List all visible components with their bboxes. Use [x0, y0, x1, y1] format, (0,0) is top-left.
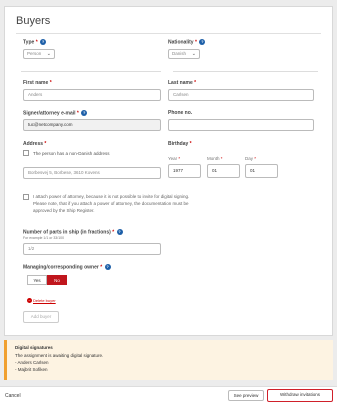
type-label: Type * ? [23, 39, 47, 46]
last-name-label: Last name * [168, 80, 197, 86]
address-input[interactable]: Borbesvej 5, Borbese, 3610 Kovens [23, 167, 161, 179]
see-preview-button[interactable]: See preview [228, 390, 264, 401]
add-buyer-button[interactable]: Add buyer [23, 311, 59, 323]
birthday-year-input[interactable]: 1977 [168, 164, 201, 178]
managing-owner-yes-button[interactable]: Yes [27, 275, 47, 285]
year-label: Year * [168, 156, 181, 161]
type-select[interactable]: Person ⌄ [23, 49, 55, 59]
managing-owner-toggle: Yes No [27, 275, 67, 285]
day-label: Day * [245, 156, 257, 161]
minus-circle-icon: − [27, 298, 32, 303]
signatures-title: Digital signatures [15, 345, 53, 350]
chevron-down-icon: ⌄ [191, 51, 196, 57]
first-name-label: First name * [23, 80, 52, 86]
cancel-link[interactable]: Cancel [5, 393, 21, 399]
divider [173, 71, 318, 72]
withdraw-invitations-button[interactable]: Withdraw invitations [267, 389, 333, 402]
help-icon[interactable]: ? [199, 39, 206, 45]
last-name-input[interactable]: Carlsen [168, 89, 314, 101]
address-label: Address * [23, 141, 47, 147]
nationality-select[interactable]: Danish ⌄ [168, 49, 200, 59]
help-icon[interactable]: ? [116, 229, 123, 235]
help-icon[interactable]: ? [104, 264, 111, 270]
power-of-attorney-checkbox[interactable] [23, 194, 29, 200]
birthday-label: Birthday * [168, 141, 192, 147]
parts-label: Number of parts in ship (in fractions) *… [23, 229, 123, 236]
signer-item: - Anders Carlsen [15, 360, 49, 365]
delete-buyer-link[interactable]: − Delete buyer [27, 298, 56, 303]
help-icon[interactable]: ? [81, 110, 88, 116]
footer-bar: Cancel See preview Withdraw invitations [0, 386, 337, 403]
signer-item: - Majbrit Sofiken [15, 367, 48, 372]
phone-input[interactable] [168, 119, 314, 131]
email-field[interactable]: tuc@netcompany.com [23, 119, 161, 131]
divider [21, 71, 161, 72]
birthday-day-input[interactable]: 01 [245, 164, 278, 178]
parts-input[interactable]: 1/2 [23, 243, 161, 255]
non-danish-address-label: The person has a non-Danish address [33, 151, 110, 156]
parts-hint: For example 1/1 or 33/100 [23, 236, 65, 240]
managing-owner-no-button[interactable]: No [47, 275, 67, 285]
nationality-label: Nationality * ? [168, 39, 206, 46]
digital-signatures-banner: Digital signatures The assignment is awa… [4, 340, 333, 380]
non-danish-address-checkbox[interactable] [23, 150, 29, 156]
month-label: Month * [207, 156, 223, 161]
chevron-down-icon: ⌄ [46, 51, 51, 57]
help-icon[interactable]: ? [40, 39, 47, 45]
managing-owner-label: Managing/corresponding owner * ? [23, 264, 111, 271]
first-name-input[interactable]: Anders [23, 89, 161, 101]
phone-label: Phone no. [168, 110, 193, 116]
power-of-attorney-text: I attach power of attorney, because it i… [33, 194, 190, 213]
email-label: Signer/attorney e-mail * ? [23, 110, 88, 117]
buyers-card: Buyers Type * ? Person ⌄ Nationality * ? … [4, 6, 333, 336]
delete-buyer-label: Delete buyer [33, 298, 56, 303]
card-title: Buyers [16, 15, 51, 27]
birthday-month-input[interactable]: 01 [207, 164, 240, 178]
signatures-message: The assignment is awaiting digital signa… [15, 353, 104, 358]
card-title-rule [16, 33, 321, 34]
